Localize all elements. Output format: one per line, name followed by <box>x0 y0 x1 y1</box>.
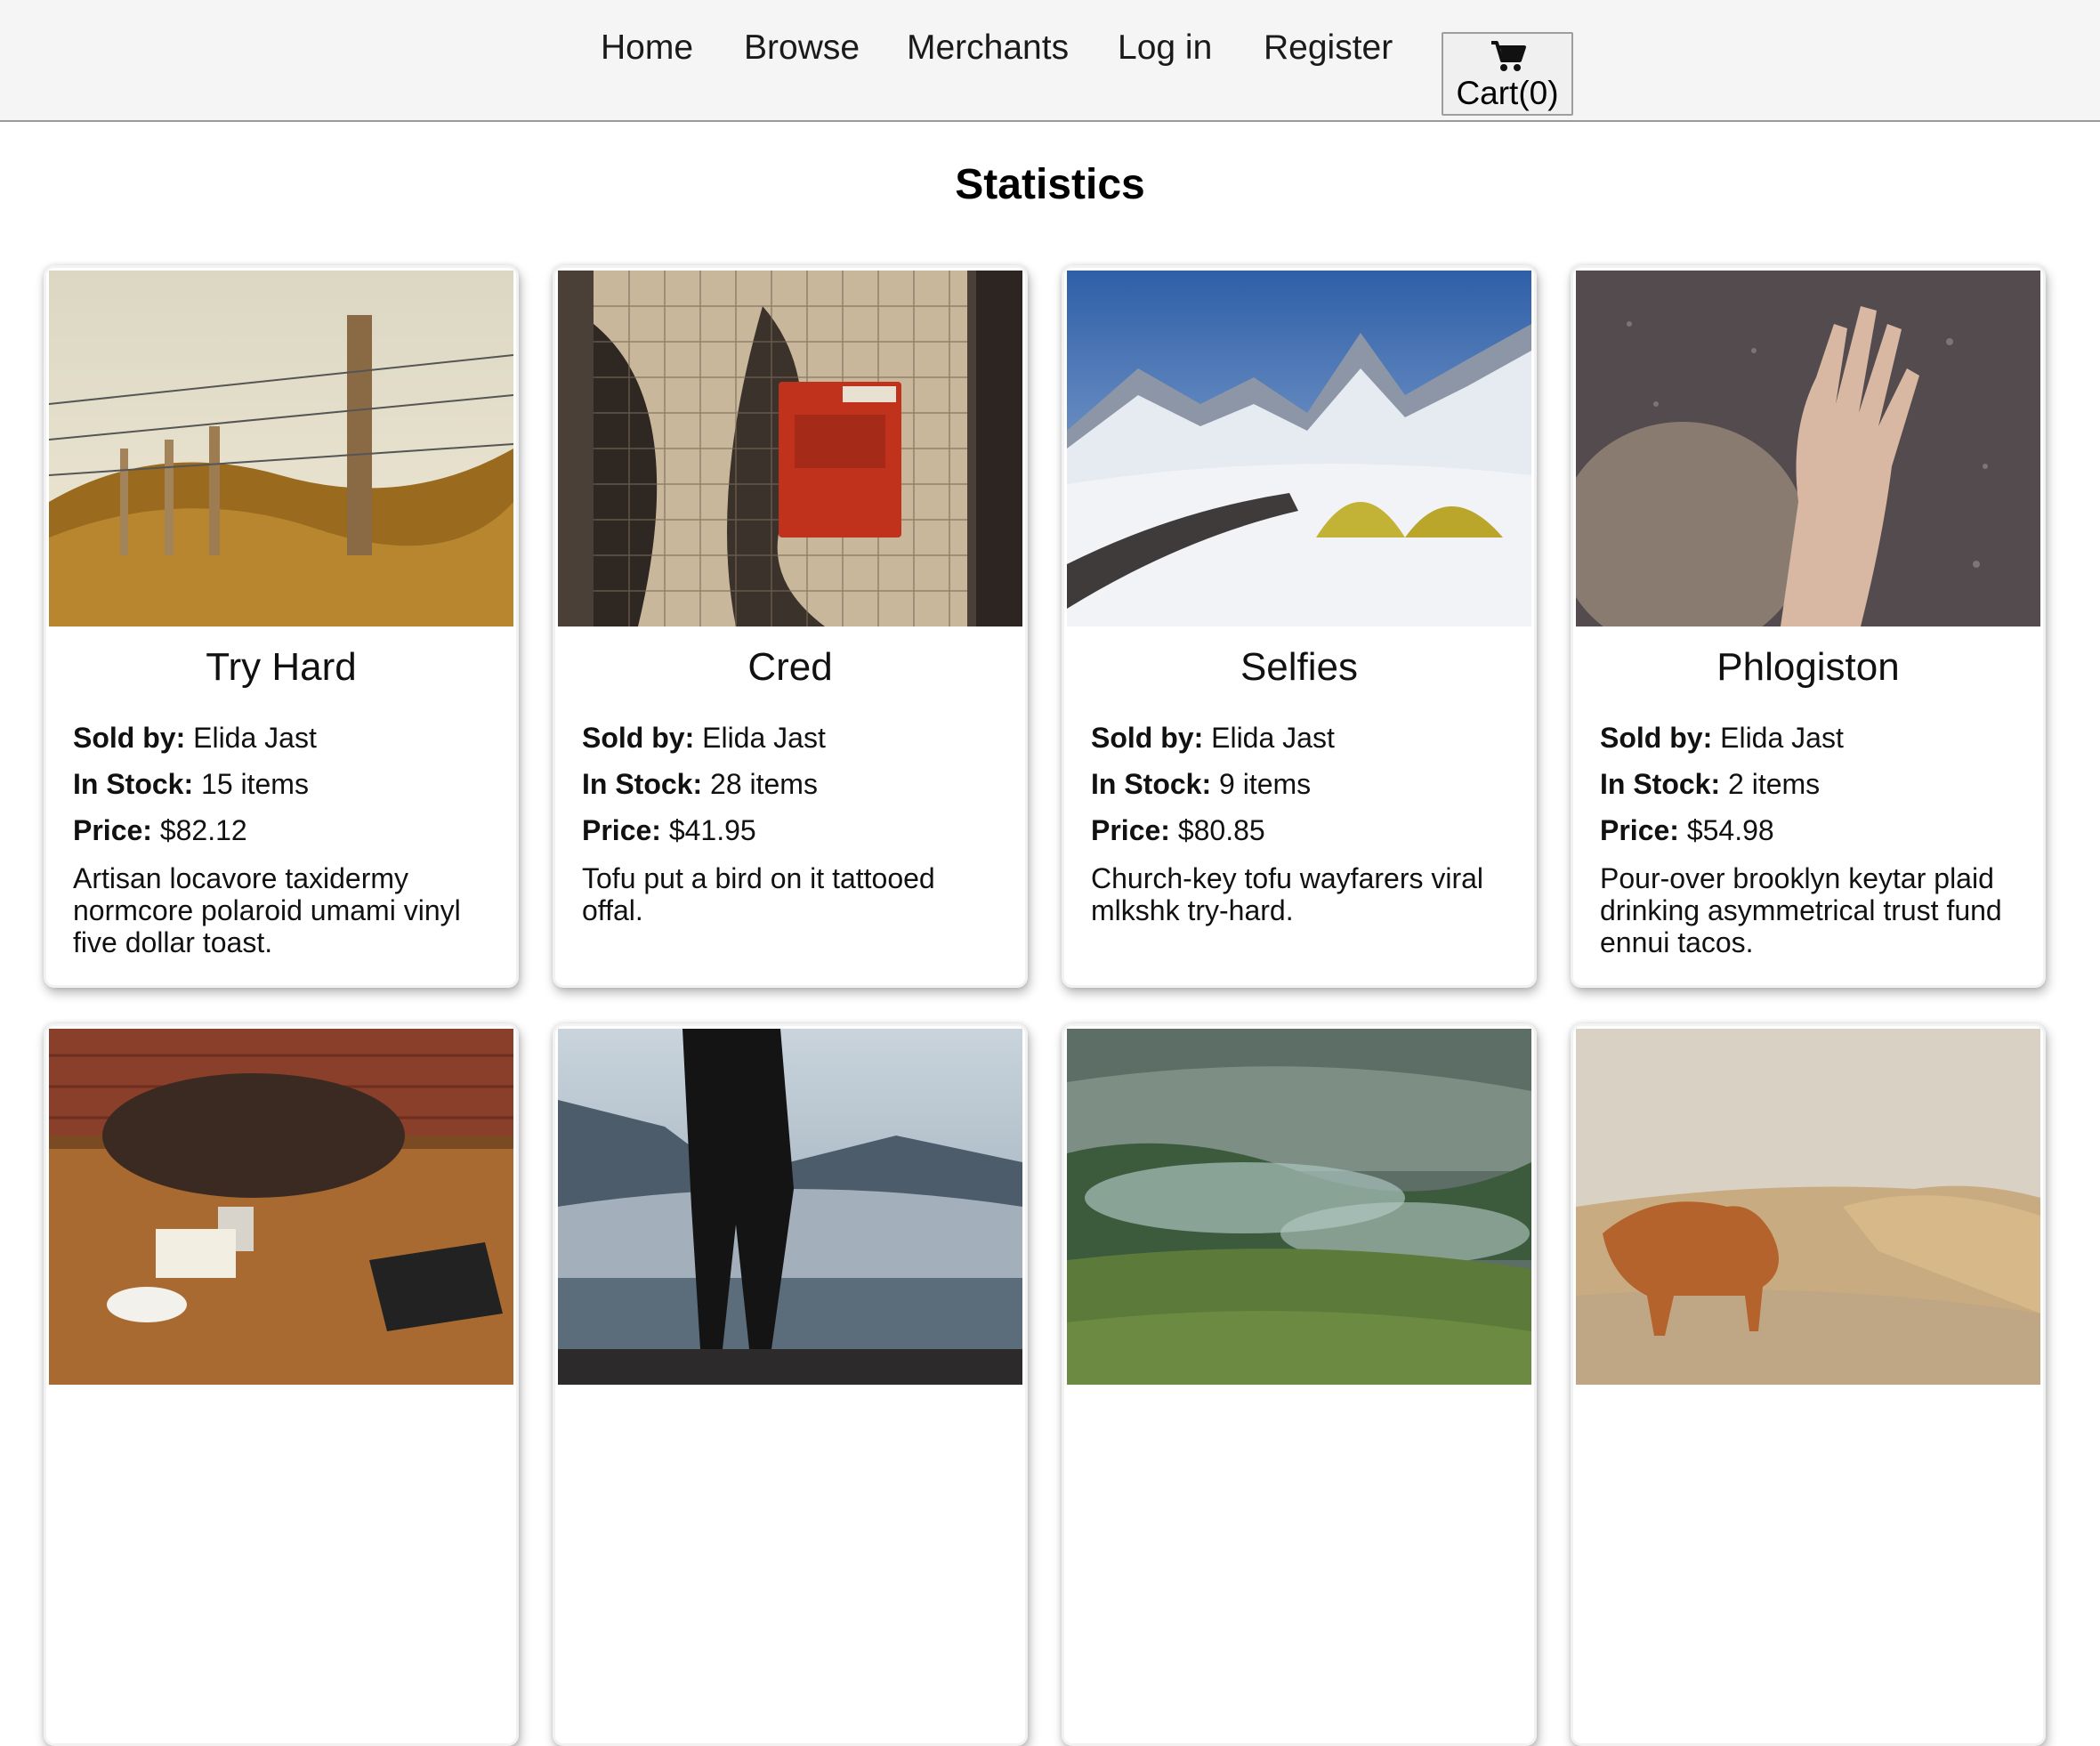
product-stock: In Stock: 28 items <box>582 768 818 800</box>
product-image[interactable] <box>558 271 1022 626</box>
nav-home-link[interactable]: Home <box>601 28 693 68</box>
product-name[interactable]: Try Hard <box>46 645 516 690</box>
cart-label: Cart(0) <box>1456 75 1559 111</box>
product-price: Price: $82.12 <box>73 814 247 846</box>
product-image[interactable] <box>1576 271 2040 626</box>
product-price: Price: $41.95 <box>582 814 756 846</box>
product-name[interactable]: Phlogiston <box>1573 645 2043 690</box>
product-image[interactable] <box>1576 1029 2040 1385</box>
product-card[interactable]: Cred Sold by: Elida Jast In Stock: 28 it… <box>553 265 1028 988</box>
product-card[interactable]: Phlogiston Sold by: Elida Jast In Stock:… <box>1571 265 2046 988</box>
product-card[interactable] <box>44 1023 519 1746</box>
product-name[interactable]: Cred <box>555 645 1025 690</box>
product-image[interactable] <box>1067 1029 1531 1385</box>
page-title: Statistics <box>955 161 1145 208</box>
shopping-cart-icon <box>1491 41 1526 71</box>
product-card[interactable]: Selfies Sold by: Elida Jast In Stock: 9 … <box>1062 265 1537 988</box>
product-description: Tofu put a bird on it tattooed offal. <box>582 862 935 926</box>
product-image[interactable] <box>1067 271 1531 626</box>
product-description: Church-key tofu wayfarers viral mlkshk t… <box>1091 862 1484 926</box>
nav-merchants-link[interactable]: Merchants <box>907 28 1069 68</box>
product-image[interactable] <box>49 271 513 626</box>
product-image[interactable] <box>49 1029 513 1385</box>
product-price: Price: $54.98 <box>1600 814 1774 846</box>
product-description: Pour-over brooklyn keytar plaid drinking… <box>1600 862 2002 958</box>
product-description: Artisan locavore taxidermy normcore pola… <box>73 862 461 958</box>
product-stock: In Stock: 15 items <box>73 768 309 800</box>
product-seller: Sold by: Elida Jast <box>1600 722 1844 754</box>
product-card[interactable] <box>553 1023 1028 1746</box>
cart-button[interactable]: Cart(0) <box>1442 32 1573 116</box>
product-seller: Sold by: Elida Jast <box>582 722 826 754</box>
product-price: Price: $80.85 <box>1091 814 1265 846</box>
product-card[interactable] <box>1062 1023 1537 1746</box>
product-seller: Sold by: Elida Jast <box>1091 722 1335 754</box>
top-navbar: Home Browse Merchants Log in Register Ca… <box>0 0 2100 122</box>
nav-register-link[interactable]: Register <box>1264 28 1393 68</box>
product-card[interactable] <box>1571 1023 2046 1746</box>
nav-login-link[interactable]: Log in <box>1118 28 1212 68</box>
product-stock: In Stock: 9 items <box>1091 768 1312 800</box>
product-card[interactable]: Try Hard Sold by: Elida Jast In Stock: 1… <box>44 265 519 988</box>
product-stock: In Stock: 2 items <box>1600 768 1821 800</box>
product-seller: Sold by: Elida Jast <box>73 722 317 754</box>
product-image[interactable] <box>558 1029 1022 1385</box>
nav-browse-link[interactable]: Browse <box>744 28 860 68</box>
product-name[interactable]: Selfies <box>1064 645 1534 690</box>
